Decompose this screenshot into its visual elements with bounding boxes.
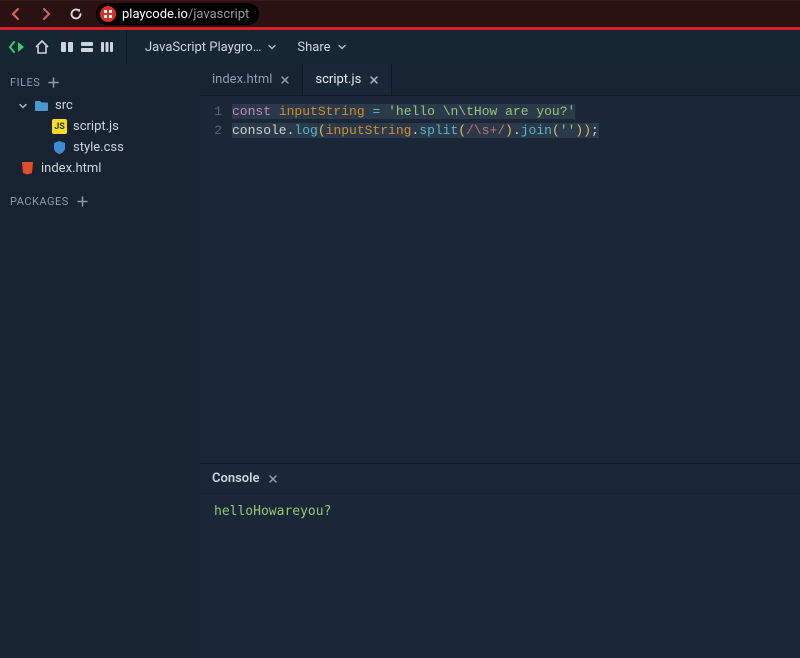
tree-file-script[interactable]: JS script.js: [0, 116, 200, 137]
code-content: const inputString = 'hello \n\tHow are y…: [232, 102, 800, 463]
close-icon[interactable]: [369, 75, 379, 85]
layout-toggle-group: [60, 40, 114, 54]
browser-toolbar: playcode.io/javascript: [0, 0, 800, 27]
share-label: Share: [297, 40, 330, 55]
tab-index-html[interactable]: index.html: [200, 64, 303, 95]
js-file-icon: JS: [52, 119, 67, 134]
tab-script-js[interactable]: script.js: [303, 64, 392, 95]
file-label: index.html: [41, 161, 101, 176]
console-header: Console: [200, 464, 800, 494]
tree-file-style[interactable]: style.css: [0, 137, 200, 158]
toolbar-divider: [126, 30, 127, 64]
chevron-down-icon: [267, 42, 277, 52]
close-icon[interactable]: [268, 474, 278, 484]
packages-header: PACKAGES: [0, 187, 200, 214]
share-menu[interactable]: Share: [291, 40, 352, 55]
files-header-label: FILES: [10, 76, 40, 89]
workspace: FILES src JS script.js style.css index.h…: [0, 64, 800, 658]
line-number: 1: [200, 102, 222, 121]
html-file-icon: [20, 161, 35, 176]
console-panel: Console helloHowareyou?: [200, 463, 800, 658]
file-label: script.js: [73, 119, 119, 134]
layout-columns-icon[interactable]: [100, 40, 114, 54]
address-bar[interactable]: playcode.io/javascript: [96, 3, 259, 25]
editor-area: index.html script.js 1 2 const inputStri…: [200, 64, 800, 658]
files-header: FILES: [0, 68, 200, 95]
console-title: Console: [212, 471, 260, 486]
app-logo-icon[interactable]: [8, 38, 26, 56]
project-label: JavaScript Playgro…: [145, 40, 261, 55]
code-editor[interactable]: 1 2 const inputString = 'hello \n\tHow a…: [200, 96, 800, 463]
tree-file-index[interactable]: index.html: [0, 158, 200, 179]
chevron-down-icon: [337, 42, 347, 52]
app-toolbar: JavaScript Playgro… Share: [0, 30, 800, 64]
file-tree: src JS script.js style.css index.html: [0, 95, 200, 187]
tab-label: index.html: [212, 72, 272, 87]
console-output: helloHowareyou?: [200, 494, 800, 529]
forward-icon[interactable]: [38, 6, 54, 22]
folder-icon: [34, 99, 49, 112]
add-file-icon[interactable]: [48, 77, 59, 88]
line-gutter: 1 2: [200, 102, 232, 463]
home-icon[interactable]: [34, 39, 50, 55]
folder-label: src: [55, 98, 73, 113]
packages-header-label: PACKAGES: [10, 195, 69, 208]
back-icon[interactable]: [8, 6, 24, 22]
project-menu[interactable]: JavaScript Playgro…: [139, 40, 283, 55]
chevron-down-icon: [18, 101, 28, 111]
reload-icon[interactable]: [68, 6, 84, 22]
layout-stack-icon[interactable]: [80, 40, 94, 54]
tree-folder-src[interactable]: src: [0, 95, 200, 116]
file-label: style.css: [73, 140, 124, 155]
add-package-icon[interactable]: [77, 196, 88, 207]
close-icon[interactable]: [280, 75, 290, 85]
site-favicon: [100, 6, 116, 22]
editor-tabs: index.html script.js: [200, 64, 800, 96]
tab-label: script.js: [315, 72, 361, 87]
url-text: playcode.io/javascript: [122, 7, 249, 22]
line-number: 2: [200, 121, 222, 140]
layout-split-icon[interactable]: [60, 40, 74, 54]
css-file-icon: [52, 140, 67, 155]
sidebar: FILES src JS script.js style.css index.h…: [0, 64, 200, 658]
